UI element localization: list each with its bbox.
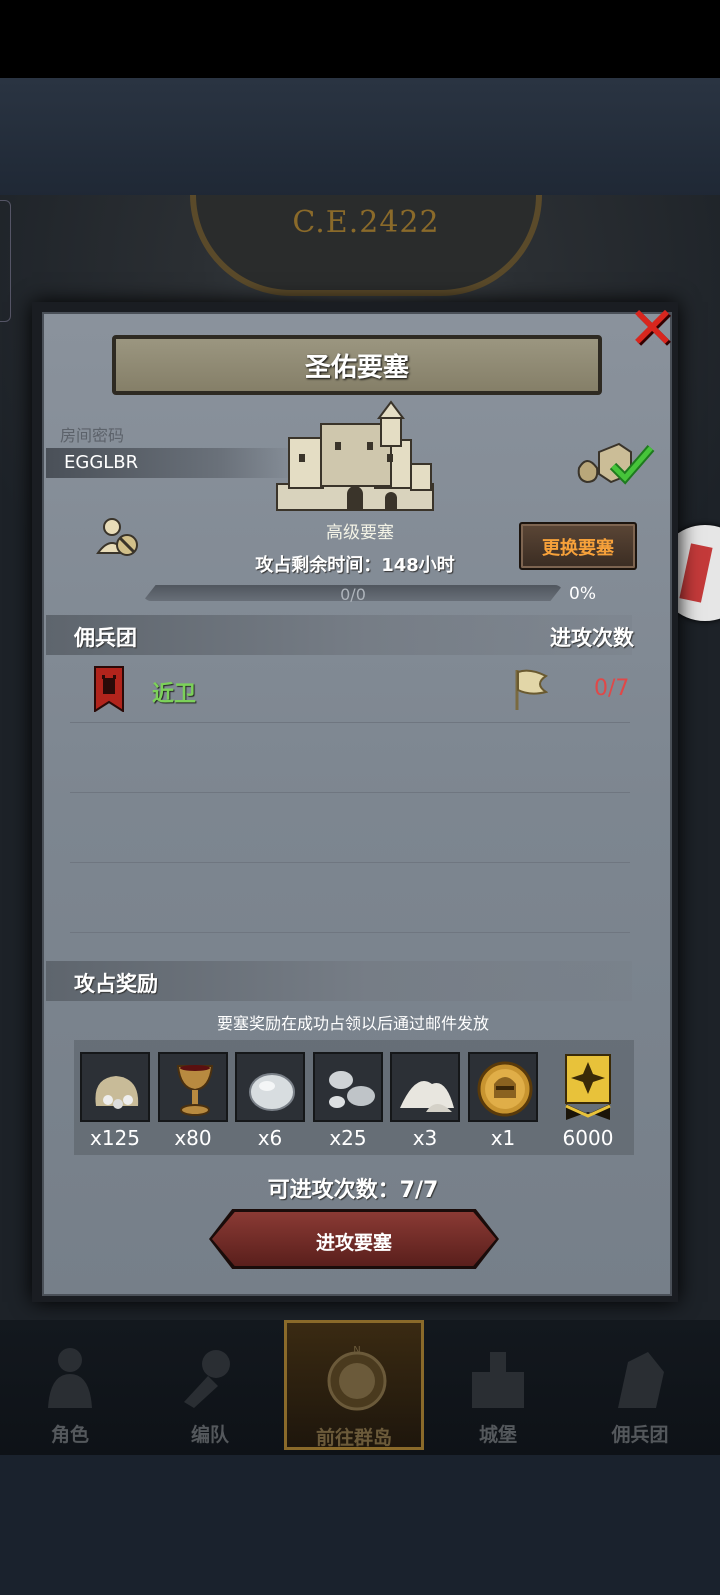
reward-qty: x25 (329, 1126, 367, 1150)
row-divider (70, 792, 630, 793)
title-banner: 圣佑要塞 (112, 335, 602, 395)
era-dial: C.E.2422 (190, 195, 542, 296)
nav-item-islands[interactable]: N 前往群岛 (284, 1320, 424, 1450)
nav-label: 前往群岛 (315, 1427, 392, 1449)
flag-icon (515, 669, 548, 710)
row-divider (70, 932, 630, 933)
row-divider (70, 722, 630, 723)
progress-percent: 0% (569, 584, 596, 604)
nav-item-castle[interactable]: 城堡 (428, 1320, 568, 1450)
rewards-header: 攻占奖励 (74, 972, 158, 996)
reward-item[interactable] (235, 1052, 305, 1122)
knight-icon (48, 1348, 92, 1408)
reward-qty: x3 (412, 1126, 438, 1150)
rewards-note: 要塞奖励在成功占领以后通过邮件发放 (216, 1014, 489, 1033)
room-code[interactable]: EGGLBR (64, 452, 138, 473)
reward-item[interactable] (468, 1052, 538, 1122)
reward-item[interactable] (158, 1052, 228, 1122)
reward-item[interactable] (390, 1052, 460, 1122)
reward-qty: x1 (490, 1126, 516, 1150)
nav-label: 编队 (190, 1424, 229, 1446)
goblet-icon (176, 1065, 214, 1116)
close-icon: ✕ (627, 294, 677, 362)
nav-item-formation[interactable]: 编队 (140, 1320, 280, 1450)
status-bar (0, 0, 720, 78)
mercenary-header: 佣兵团 (74, 626, 137, 650)
reward-qty: x80 (174, 1126, 212, 1150)
reward-item[interactable] (313, 1052, 383, 1122)
helmet-coin-icon (477, 1061, 533, 1117)
reward-qty: 6000 (562, 1126, 614, 1150)
nav-item-mercenary[interactable]: 佣兵团 (570, 1320, 710, 1450)
attacks-header: 进攻次数 (550, 626, 634, 650)
nav-label: 城堡 (478, 1424, 517, 1446)
formation-icon (184, 1350, 230, 1408)
attack-count: 0/7 (594, 676, 630, 701)
reward-qty: x125 (89, 1126, 140, 1150)
compass-icon: N (327, 1345, 387, 1411)
progress-text: 0/0 (340, 585, 366, 604)
nav-item-character[interactable]: 角色 (0, 1320, 140, 1450)
dialog-title: 圣佑要塞 (304, 353, 409, 383)
left-edge-tab[interactable] (0, 200, 11, 322)
mercenary-icon (618, 1352, 664, 1408)
supply-check-icon (577, 442, 655, 485)
bottom-nav: 角色 编队 N 前往群岛 城堡 佣兵团 (0, 1320, 720, 1455)
silver-ore-icon (329, 1071, 375, 1108)
attack-fortress-label: 进攻要塞 (315, 1232, 392, 1254)
fortress-castle-icon (276, 400, 434, 511)
salt-pile-icon (400, 1081, 454, 1112)
rank-medal-icon[interactable] (565, 1054, 611, 1122)
nav-label: 角色 (50, 1424, 89, 1446)
mercenary-name: 近卫 (152, 682, 197, 707)
row-divider (70, 862, 630, 863)
close-button[interactable]: ✕ (624, 299, 680, 357)
attempts-left: 可进攻次数：7/7 (267, 1178, 439, 1203)
reward-qty: x6 (257, 1126, 283, 1150)
nav-label: 佣兵团 (611, 1424, 669, 1446)
castle-icon (472, 1352, 524, 1408)
stone-icon (249, 1073, 295, 1111)
silver-sack-icon (95, 1076, 139, 1109)
reward-item[interactable] (80, 1052, 150, 1122)
svg-text:N: N (353, 1345, 360, 1356)
time-remaining: 攻占剩余时间：148小时 (255, 555, 455, 576)
era-label: C.E.2422 (292, 205, 440, 240)
room-code-label: 房间密码 (60, 426, 125, 445)
mercenary-banner-icon (94, 666, 124, 712)
bottom-safe-area (0, 1455, 720, 1595)
background-top (0, 78, 720, 198)
